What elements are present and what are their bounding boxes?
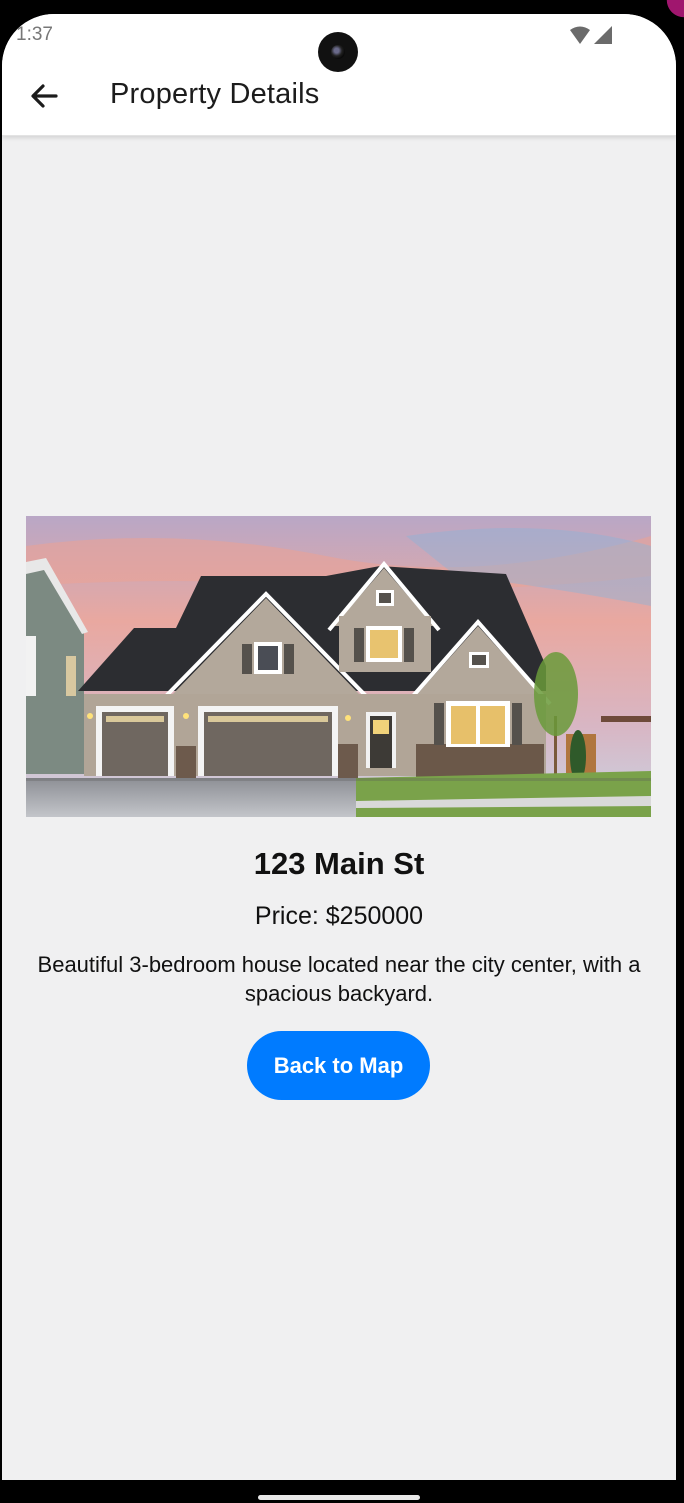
status-time: 1:37 xyxy=(16,24,53,45)
page-title: Property Details xyxy=(110,78,320,110)
house-photo xyxy=(26,516,651,817)
cell-signal-icon xyxy=(594,26,612,44)
app-screen: 1:37 Property Details 123 Main St Price:… xyxy=(2,14,676,1480)
property-photo xyxy=(26,516,651,817)
property-price: Price: $250000 xyxy=(254,902,424,930)
back-to-map-button[interactable]: Back to Map xyxy=(247,1031,430,1100)
property-description: Beautiful 3-bedroom house located near t… xyxy=(37,952,641,1006)
app-bar: 1:37 Property Details xyxy=(2,14,676,136)
device-frame: 1:37 Property Details 123 Main St Price:… xyxy=(0,0,684,1503)
arrow-back-icon xyxy=(31,84,58,108)
status-icons xyxy=(570,26,612,44)
wifi-icon xyxy=(570,26,590,44)
property-address: 123 Main St xyxy=(253,846,425,881)
home-indicator[interactable] xyxy=(258,1495,420,1500)
front-camera xyxy=(318,32,358,72)
back-button[interactable] xyxy=(24,76,68,116)
